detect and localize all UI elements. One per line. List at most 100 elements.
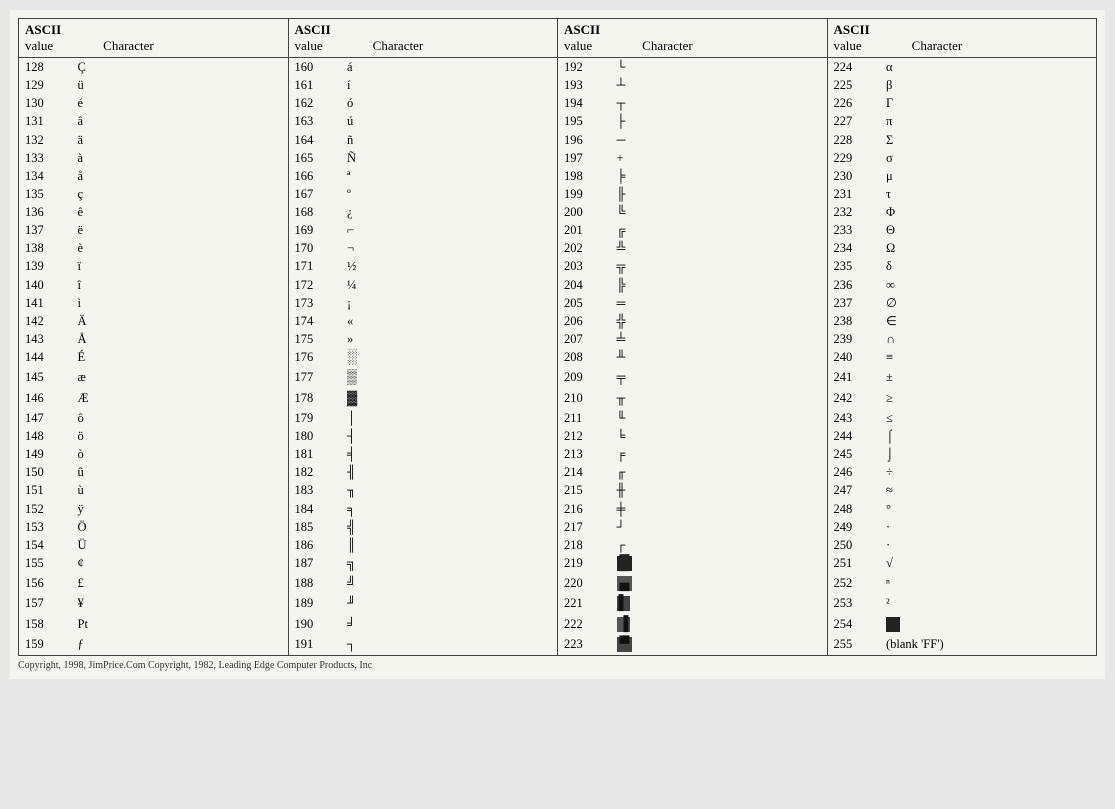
col3-row1-char: ┴ [613, 76, 828, 94]
col3-row15-value: 207 [558, 330, 613, 348]
col3-row2-char: ┬ [613, 94, 828, 112]
col3-row29-char: ▌ [613, 594, 828, 614]
col3-row12-char: ╠ [613, 276, 828, 294]
col4-row14-value: 238 [827, 312, 882, 330]
table-row: 146Æ178▓210╥242≥ [19, 389, 1097, 409]
col2-row13-value: 173 [288, 294, 343, 312]
col3-row20-value: 212 [558, 427, 613, 445]
col4-row11-value: 235 [827, 257, 882, 275]
table-row: 140î172¼204╠236∞ [19, 276, 1097, 294]
col1-row15-char: Å [74, 330, 289, 348]
col2-row23-char: ╖ [343, 481, 558, 499]
col3-row15-char: ╧ [613, 330, 828, 348]
col4-row29-value: 253 [827, 594, 882, 614]
col4-row12-value: 236 [827, 276, 882, 294]
col4-row10-value: 234 [827, 239, 882, 257]
table-row: 143Å175»207╧239∩ [19, 330, 1097, 348]
col4-row25-value: 249 [827, 518, 882, 536]
col1-row22-char: û [74, 463, 289, 481]
col4-row12-char: ∞ [882, 276, 1097, 294]
col4-row20-char: ⌠ [882, 427, 1097, 445]
col3-row16-char: ╨ [613, 348, 828, 368]
col3-row17-char: ╤ [613, 368, 828, 388]
col2-row17-value: 177 [288, 368, 343, 388]
col1-row31-char: ƒ [74, 635, 289, 656]
col1-row25-char: Ö [74, 518, 289, 536]
col1-row18-value: 146 [19, 389, 74, 409]
table-row: 149ò181╡213╒245⌡ [19, 445, 1097, 463]
table-row: 148ö180┤212╘244⌠ [19, 427, 1097, 445]
col4-row3-char: π [882, 112, 1097, 130]
table-row: 153Ö185╣217┘249· [19, 518, 1097, 536]
col1-row9-value: 137 [19, 221, 74, 239]
col2-row4-char: ñ [343, 131, 558, 149]
col3-row20-char: ╘ [613, 427, 828, 445]
col4-row31-value: 255 [827, 635, 882, 656]
col2-row12-char: ¼ [343, 276, 558, 294]
table-row: 159ƒ191┐223▀255(blank 'FF') [19, 635, 1097, 656]
col4-row3-value: 227 [827, 112, 882, 130]
col2-row21-value: 181 [288, 445, 343, 463]
table-row: 156£188╝220▄252ⁿ [19, 574, 1097, 594]
col2-row29-char: ╜ [343, 594, 558, 614]
col1-row20-value: 148 [19, 427, 74, 445]
table-row: 135ç167º199╟231τ [19, 185, 1097, 203]
col1-row17-value: 145 [19, 368, 74, 388]
col4-row22-value: 246 [827, 463, 882, 481]
col1-row3-char: â [74, 112, 289, 130]
col2-row15-value: 175 [288, 330, 343, 348]
col4-row30-char: ■ [882, 615, 1097, 635]
col2-row7-value: 167 [288, 185, 343, 203]
col1-row26-char: Ü [74, 536, 289, 554]
header-row: ASCII value Character ASCII value Charac… [19, 19, 1097, 58]
col1-row24-char: ÿ [74, 500, 289, 518]
col1-row12-value: 140 [19, 276, 74, 294]
table-row: 141ì173¡205═237∅ [19, 294, 1097, 312]
col4-row7-value: 231 [827, 185, 882, 203]
col2-row27-char: ╗ [343, 554, 558, 574]
col2-row27-value: 187 [288, 554, 343, 574]
col1-row12-char: î [74, 276, 289, 294]
col1-row4-value: 132 [19, 131, 74, 149]
col1-row26-value: 154 [19, 536, 74, 554]
col4-row25-char: · [882, 518, 1097, 536]
col2-row7-char: º [343, 185, 558, 203]
col2-row16-value: 176 [288, 348, 343, 368]
col2-row12-value: 172 [288, 276, 343, 294]
col1-row10-value: 138 [19, 239, 74, 257]
col1-row28-value: 156 [19, 574, 74, 594]
table-row: 150û182╢214╓246÷ [19, 463, 1097, 481]
col4-row17-value: 241 [827, 368, 882, 388]
col3-row0-char: └ [613, 58, 828, 77]
col2-row19-char: │ [343, 409, 558, 427]
col4-row8-value: 232 [827, 203, 882, 221]
col1-row3-value: 131 [19, 112, 74, 130]
col2-row11-value: 171 [288, 257, 343, 275]
col3-row9-char: ╔ [613, 221, 828, 239]
col4-row27-char: √ [882, 554, 1097, 574]
col1-row17-char: æ [74, 368, 289, 388]
col4-row28-char: ⁿ [882, 574, 1097, 594]
col4-row9-char: Θ [882, 221, 1097, 239]
col3-row14-char: ╬ [613, 312, 828, 330]
col2-row2-value: 162 [288, 94, 343, 112]
col1-row0-char: Ç [74, 58, 289, 77]
col2-row23-value: 183 [288, 481, 343, 499]
col4-row18-value: 242 [827, 389, 882, 409]
col3-row9-value: 201 [558, 221, 613, 239]
table-row: 129ü161í193┴225β [19, 76, 1097, 94]
col2-row20-char: ┤ [343, 427, 558, 445]
col2-row11-char: ½ [343, 257, 558, 275]
col1-header-char: Character [103, 38, 154, 54]
col2-row15-char: » [343, 330, 558, 348]
col3-row29-value: 221 [558, 594, 613, 614]
col1-row19-char: ô [74, 409, 289, 427]
col1-row8-value: 136 [19, 203, 74, 221]
col3-row10-char: ╩ [613, 239, 828, 257]
col3-row2-value: 194 [558, 94, 613, 112]
col1-row27-value: 155 [19, 554, 74, 574]
col3-row18-value: 210 [558, 389, 613, 409]
col2-row0-char: á [343, 58, 558, 77]
col1-row18-char: Æ [74, 389, 289, 409]
col3-row1-value: 193 [558, 76, 613, 94]
